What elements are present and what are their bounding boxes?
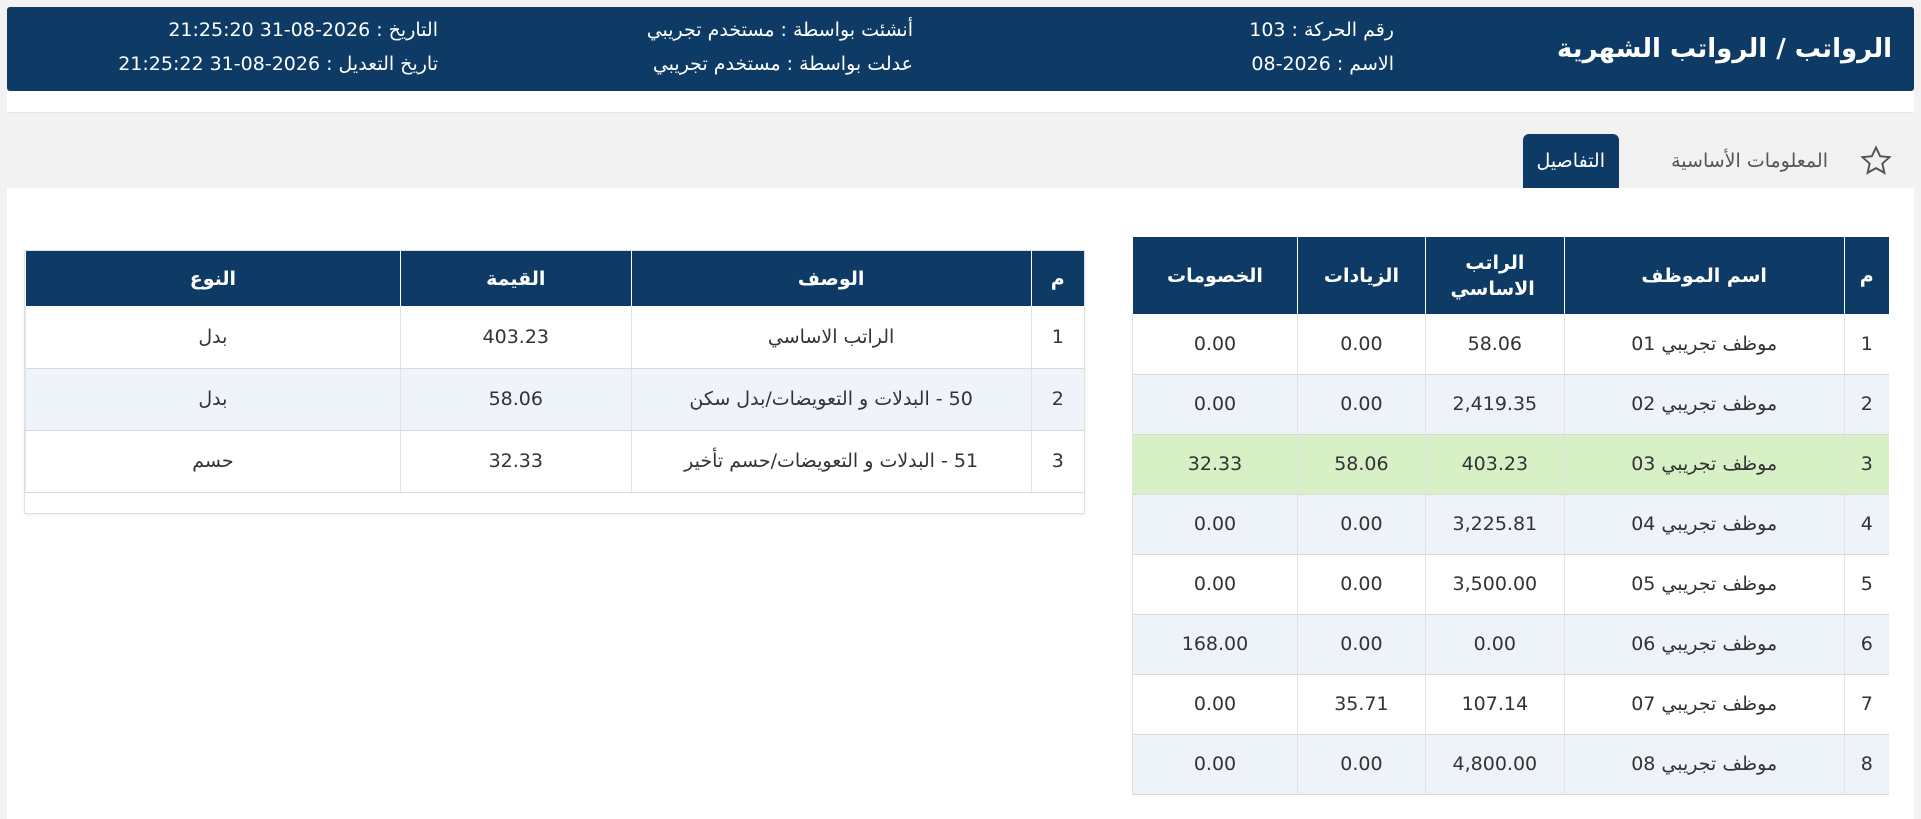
employees-table: م اسم الموظف الراتب الاساسي الزيادات الخ…	[1132, 237, 1889, 795]
cell-employee-name: موظف تجريبي 05	[1563, 554, 1845, 615]
cell-additions: 0.00	[1296, 494, 1426, 555]
page-title: الرواتب / الرواتب الشهرية	[1556, 34, 1892, 64]
cell-description: الراتب الاساسي	[630, 306, 1032, 369]
cell-index: 2	[1843, 374, 1889, 435]
cell-additions: 0.00	[1296, 374, 1426, 435]
edited-by: عدلت بواسطة : مستخدم تجريبي	[652, 53, 913, 75]
cell-basic-salary: 3,500.00	[1424, 554, 1565, 615]
cell-employee-name: موظف تجريبي 03	[1563, 434, 1845, 495]
tab-strip: المعلومات الأساسية التفاصيل	[7, 134, 1914, 188]
col-basic-salary-label: الراتب الاساسي	[1450, 251, 1535, 300]
tab-basic-info[interactable]: المعلومات الأساسية	[1655, 134, 1844, 188]
cell-deductions: 0.00	[1132, 314, 1298, 375]
cell-index: 6	[1843, 614, 1889, 675]
tab-details[interactable]: التفاصيل	[1522, 134, 1619, 188]
cell-basic-salary: 58.06	[1424, 314, 1565, 375]
cell-deductions: 0.00	[1132, 554, 1298, 615]
cell-deductions: 32.33	[1132, 434, 1298, 495]
cell-index: 8	[1843, 734, 1889, 795]
edited-date: تاريخ التعديل : 2026-08-31 21:25:22	[118, 53, 438, 75]
col-value[interactable]: القيمة	[399, 251, 632, 306]
cell-additions: 58.06	[1296, 434, 1426, 495]
details-panel: م الوصف القيمة النوع 1 الراتب الاساسي 403.…	[24, 250, 1085, 514]
created-by: أنشئت بواسطة : مستخدم تجريبي	[646, 19, 913, 41]
cell-index: 3	[1843, 434, 1889, 495]
col-additions[interactable]: الزيادات	[1296, 237, 1426, 314]
table-row[interactable]: 3 موظف تجريبي 03 403.23 58.06 32.33	[1132, 434, 1889, 495]
cell-index: 3	[1030, 430, 1084, 493]
cell-index: 1	[1030, 306, 1084, 369]
table-row[interactable]: 6 موظف تجريبي 06 0.00 0.00 168.00	[1132, 614, 1889, 675]
cell-deductions: 0.00	[1132, 734, 1298, 795]
cell-employee-name: موظف تجريبي 01	[1563, 314, 1845, 375]
cell-employee-name: موظف تجريبي 04	[1563, 494, 1845, 555]
cell-deductions: 168.00	[1132, 614, 1298, 675]
col-description[interactable]: الوصف	[630, 251, 1032, 306]
content-panel: م اسم الموظف الراتب الاساسي الزيادات الخ…	[7, 188, 1914, 819]
cell-deductions: 0.00	[1132, 494, 1298, 555]
cell-description: 51 - البدلات و التعويضات/حسم تأخير	[630, 430, 1032, 493]
table-row[interactable]: 8 موظف تجريبي 08 4,800.00 0.00 0.00	[1132, 734, 1889, 795]
sub-toolbar	[7, 91, 1914, 113]
cell-type: حسم	[25, 430, 401, 493]
page-header: الرواتب / الرواتب الشهرية رقم الحركة : 1…	[7, 7, 1914, 91]
cell-basic-salary: 403.23	[1424, 434, 1565, 495]
col-basic-salary[interactable]: الراتب الاساسي	[1424, 237, 1565, 314]
details-table: م الوصف القيمة النوع 1 الراتب الاساسي 403.…	[25, 251, 1084, 493]
cell-employee-name: موظف تجريبي 07	[1563, 674, 1845, 735]
transaction-number: رقم الحركة : 103	[1249, 19, 1394, 41]
cell-additions: 0.00	[1296, 314, 1426, 375]
employees-body: 1 موظف تجريبي 01 58.06 0.00 0.00 2 موظف تجريبي…	[1132, 314, 1889, 795]
col-index[interactable]: م	[1843, 237, 1889, 314]
cell-basic-salary: 0.00	[1424, 614, 1565, 675]
cell-index: 7	[1843, 674, 1889, 735]
col-employee-name[interactable]: اسم الموظف	[1563, 237, 1845, 314]
cell-additions: 0.00	[1296, 554, 1426, 615]
details-body: 1 الراتب الاساسي 403.23 بدل 2 50 - البدلات و …	[25, 306, 1084, 493]
table-row[interactable]: 3 51 - البدلات و التعويضات/حسم تأخير 32.33…	[25, 430, 1084, 493]
cell-description: 50 - البدلات و التعويضات/بدل سكن	[630, 368, 1032, 431]
col-deductions[interactable]: الخصومات	[1132, 237, 1298, 314]
cell-deductions: 0.00	[1132, 374, 1298, 435]
cell-additions: 35.71	[1296, 674, 1426, 735]
details-header-row: م الوصف القيمة النوع	[25, 251, 1084, 306]
cell-basic-salary: 4,800.00	[1424, 734, 1565, 795]
cell-basic-salary: 2,419.35	[1424, 374, 1565, 435]
cell-basic-salary: 107.14	[1424, 674, 1565, 735]
table-row[interactable]: 5 موظف تجريبي 05 3,500.00 0.00 0.00	[1132, 554, 1889, 615]
cell-value: 32.33	[399, 430, 632, 493]
cell-additions: 0.00	[1296, 614, 1426, 675]
table-row[interactable]: 4 موظف تجريبي 04 3,225.81 0.00 0.00	[1132, 494, 1889, 555]
cell-deductions: 0.00	[1132, 674, 1298, 735]
cell-employee-name: موظف تجريبي 06	[1563, 614, 1845, 675]
star-icon[interactable]	[1859, 144, 1893, 178]
table-row[interactable]: 1 الراتب الاساسي 403.23 بدل	[25, 306, 1084, 369]
cell-employee-name: موظف تجريبي 02	[1563, 374, 1845, 435]
col-index[interactable]: م	[1030, 251, 1084, 306]
table-row[interactable]: 1 موظف تجريبي 01 58.06 0.00 0.00	[1132, 314, 1889, 375]
table-row[interactable]: 2 موظف تجريبي 02 2,419.35 0.00 0.00	[1132, 374, 1889, 435]
table-row[interactable]: 7 موظف تجريبي 07 107.14 35.71 0.00	[1132, 674, 1889, 735]
created-date: التاريخ : 2026-08-31 21:25:20	[168, 19, 438, 41]
cell-index: 5	[1843, 554, 1889, 615]
col-type[interactable]: النوع	[25, 251, 401, 306]
cell-index: 4	[1843, 494, 1889, 555]
cell-basic-salary: 3,225.81	[1424, 494, 1565, 555]
cell-employee-name: موظف تجريبي 08	[1563, 734, 1845, 795]
table-row[interactable]: 2 50 - البدلات و التعويضات/بدل سكن 58.06 بد…	[25, 368, 1084, 431]
payroll-name: الاسم : 2026-08	[1251, 53, 1394, 75]
employees-header-row: م اسم الموظف الراتب الاساسي الزيادات الخ…	[1132, 237, 1889, 314]
cell-additions: 0.00	[1296, 734, 1426, 795]
cell-type: بدل	[25, 368, 401, 431]
cell-type: بدل	[25, 306, 401, 369]
cell-value: 58.06	[399, 368, 632, 431]
cell-value: 403.23	[399, 306, 632, 369]
cell-index: 1	[1843, 314, 1889, 375]
cell-index: 2	[1030, 368, 1084, 431]
